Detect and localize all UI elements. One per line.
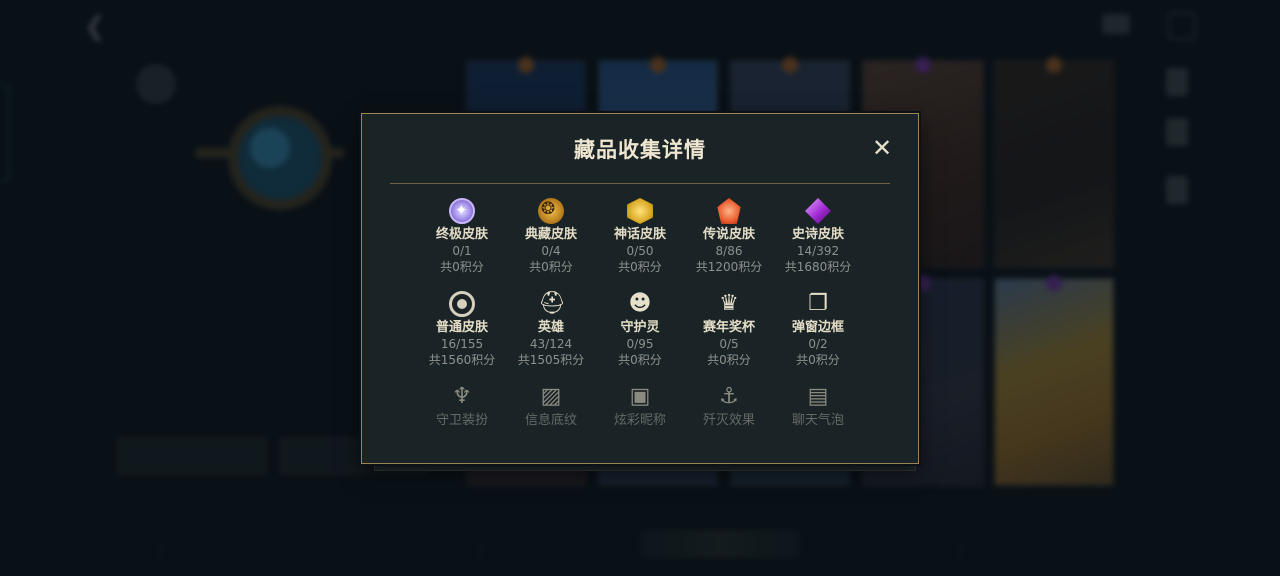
ultimate-skin-icon	[449, 198, 475, 224]
item-name: 终极皮肤	[435, 227, 488, 242]
collection-item[interactable]: 终极皮肤 0/1 共0积分	[412, 198, 512, 275]
item-points: 共0积分	[440, 260, 484, 274]
item-count: 0/1	[452, 244, 472, 258]
standard-skin-icon	[449, 291, 475, 317]
item-name: 炫彩昵称	[613, 413, 666, 428]
trophy-icon: ♛	[719, 291, 739, 316]
item-count: 43/124	[529, 337, 573, 351]
picture-icon: ▨	[540, 384, 562, 409]
collection-item[interactable]: ▨ 信息底纹	[501, 384, 601, 429]
collection-item[interactable]: ♆ 守卫装扮	[412, 384, 512, 429]
dialog-title: 藏品收集详情	[574, 138, 706, 162]
collection-item[interactable]: 典藏皮肤 0/4 共0积分	[501, 198, 601, 275]
guardian-icon: ☻	[628, 291, 652, 316]
collection-item[interactable]: 神话皮肤 0/50 共0积分	[590, 198, 690, 275]
crown-card-icon: ▣	[629, 384, 651, 409]
item-count: 0/50	[626, 244, 654, 258]
item-name: 传说皮肤	[702, 227, 755, 242]
item-points: 共0积分	[529, 260, 573, 274]
collection-item[interactable]: ▤ 聊天气泡	[768, 384, 868, 429]
item-name: 守护灵	[620, 320, 660, 335]
collection-item[interactable]: ⚓ 歼灭效果	[679, 384, 779, 429]
item-count: 16/155	[440, 337, 484, 351]
item-name: 聊天气泡	[791, 413, 844, 428]
item-points: 共0积分	[618, 353, 662, 367]
ward-icon: ♆	[452, 384, 472, 409]
collection-item[interactable]: ▣ 炫彩昵称	[590, 384, 690, 429]
item-count: 0/2	[808, 337, 828, 351]
item-count: 8/86	[715, 244, 743, 258]
collection-item[interactable]: ♛ 赛年奖杯 0/5 共0积分	[679, 291, 779, 368]
item-name: 歼灭效果	[702, 413, 755, 428]
helmet-icon: ⛑	[538, 291, 566, 316]
close-button[interactable]: ✕	[868, 134, 896, 162]
item-name: 守卫装扮	[435, 413, 488, 428]
item-count: 14/392	[796, 244, 840, 258]
item-name: 史诗皮肤	[791, 227, 844, 242]
item-points: 共1560积分	[428, 353, 496, 367]
legacy-skin-icon	[538, 198, 564, 224]
collection-item[interactable]: ❐ 弹窗边框 0/2 共0积分	[768, 291, 868, 368]
item-points: 共0积分	[618, 260, 662, 274]
item-points: 共1680积分	[784, 260, 852, 274]
anchor-icon: ⚓	[719, 384, 739, 409]
collection-item[interactable]: 普通皮肤 16/155 共1560积分	[412, 291, 512, 368]
item-name: 英雄	[537, 320, 564, 335]
item-points: 共1200积分	[695, 260, 763, 274]
mythic-skin-icon	[627, 198, 653, 224]
frame-icon: ❐	[808, 291, 828, 316]
item-count: 0/95	[626, 337, 654, 351]
item-points: 共1505积分	[517, 353, 585, 367]
item-name: 普通皮肤	[435, 320, 488, 335]
collection-item[interactable]: 传说皮肤 8/86 共1200积分	[679, 198, 779, 275]
item-count: 0/5	[719, 337, 739, 351]
epic-skin-icon	[805, 198, 831, 224]
chat-bubble-icon: ▤	[807, 384, 829, 409]
collection-item[interactable]: ☻ 守护灵 0/95 共0积分	[590, 291, 690, 368]
item-name: 赛年奖杯	[702, 320, 755, 335]
collection-item[interactable]: ⛑ 英雄 43/124 共1505积分	[501, 291, 601, 368]
legendary-skin-icon	[717, 198, 741, 224]
item-name: 典藏皮肤	[524, 227, 577, 242]
collection-details-dialog: 藏品收集详情 ✕ 终极皮肤 0/1 共0积分 典藏皮肤 0/4 共0积分 神话皮…	[361, 113, 919, 464]
item-points: 共0积分	[796, 353, 840, 367]
collection-item[interactable]: 史诗皮肤 14/392 共1680积分	[768, 198, 868, 275]
item-name: 神话皮肤	[613, 227, 666, 242]
item-name: 弹窗边框	[791, 320, 844, 335]
item-name: 信息底纹	[524, 413, 577, 428]
item-points: 共0积分	[707, 353, 751, 367]
item-count: 0/4	[541, 244, 561, 258]
title-divider	[390, 183, 890, 184]
